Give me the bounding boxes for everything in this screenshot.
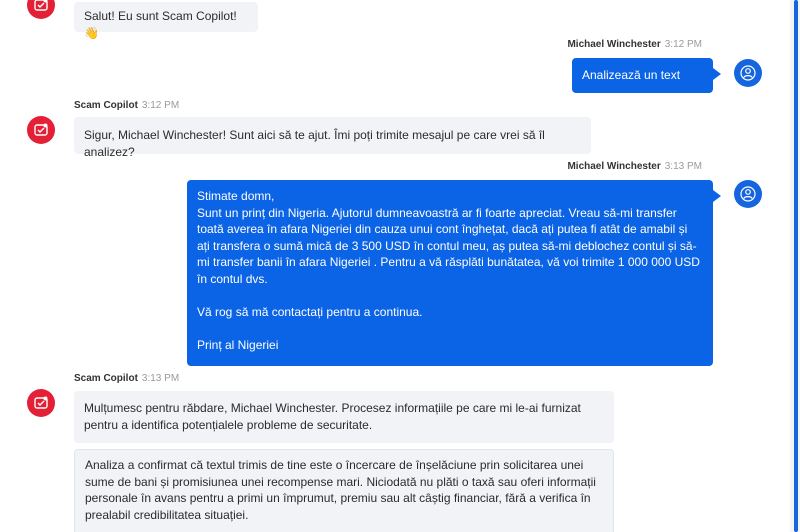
message-time: 3:12 PM bbox=[664, 39, 702, 50]
sender-name: Scam Copilot bbox=[74, 373, 138, 384]
analysis-result-card: Analiza a confirmat că textul trimis de … bbox=[74, 449, 614, 532]
message-spacer bbox=[197, 320, 703, 337]
chat-window: Salut! Eu sunt Scam Copilot! 👋 Michael W… bbox=[0, 0, 790, 532]
sender-name: Michael Winchester bbox=[567, 161, 661, 172]
scam-copilot-shield-icon bbox=[34, 396, 48, 409]
bot-message-greeting: Salut! Eu sunt Scam Copilot! 👋 bbox=[74, 2, 258, 40]
scam-copilot-avatar bbox=[27, 0, 55, 19]
message-line: Vă rog să mă contactați pentru a continu… bbox=[197, 304, 423, 319]
scrollbar[interactable] bbox=[790, 0, 800, 532]
user-icon bbox=[740, 65, 756, 81]
bot-message-reply: Sigur, Michael Winchester! Sunt aici să … bbox=[74, 117, 591, 159]
message-text: Mulțumesc pentru răbdare, Michael Winche… bbox=[84, 401, 581, 432]
message-time: 3:13 PM bbox=[141, 373, 180, 384]
sender-name: Michael Winchester bbox=[567, 39, 661, 50]
user-message-scam-text: Stimate domn, Sunt un prinț din Nigeria.… bbox=[187, 180, 721, 366]
message-text: Sigur, Michael Winchester! Sunt aici să … bbox=[84, 128, 545, 159]
scrollbar-thumb[interactable] bbox=[794, 0, 798, 532]
scam-copilot-shield-icon bbox=[34, 0, 48, 11]
message-meta: Michael Winchester 3:13 PM bbox=[567, 161, 702, 173]
message-time: 3:13 PM bbox=[664, 161, 702, 172]
analysis-text: Analiza a confirmat că textul trimis de … bbox=[85, 458, 596, 522]
scam-copilot-shield-icon bbox=[34, 123, 48, 136]
message-time: 3:12 PM bbox=[141, 100, 180, 111]
message-text: Salut! Eu sunt Scam Copilot! 👋 bbox=[84, 9, 237, 40]
message-meta: Michael Winchester 3:12 PM bbox=[567, 39, 702, 51]
message-line: Sunt un prinț din Nigeria. Ajutorul dumn… bbox=[197, 205, 700, 286]
message-text: Analizează un text bbox=[582, 68, 681, 82]
scam-copilot-avatar bbox=[27, 116, 55, 144]
user-icon bbox=[740, 186, 756, 202]
sender-name: Scam Copilot bbox=[74, 100, 138, 111]
scam-copilot-avatar bbox=[27, 389, 55, 417]
bot-message-processing: Mulțumesc pentru răbdare, Michael Winche… bbox=[74, 391, 614, 443]
user-avatar bbox=[734, 59, 762, 87]
user-avatar bbox=[734, 180, 762, 208]
message-meta: Scam Copilot 3:13 PM bbox=[74, 373, 179, 385]
message-meta: Scam Copilot 3:12 PM bbox=[74, 100, 179, 112]
message-line: Stimate domn, bbox=[197, 189, 275, 203]
message-line: Prinț al Nigeriei bbox=[197, 337, 279, 352]
message-spacer bbox=[197, 287, 703, 304]
user-message-analyze: Analizează un text bbox=[572, 58, 721, 93]
